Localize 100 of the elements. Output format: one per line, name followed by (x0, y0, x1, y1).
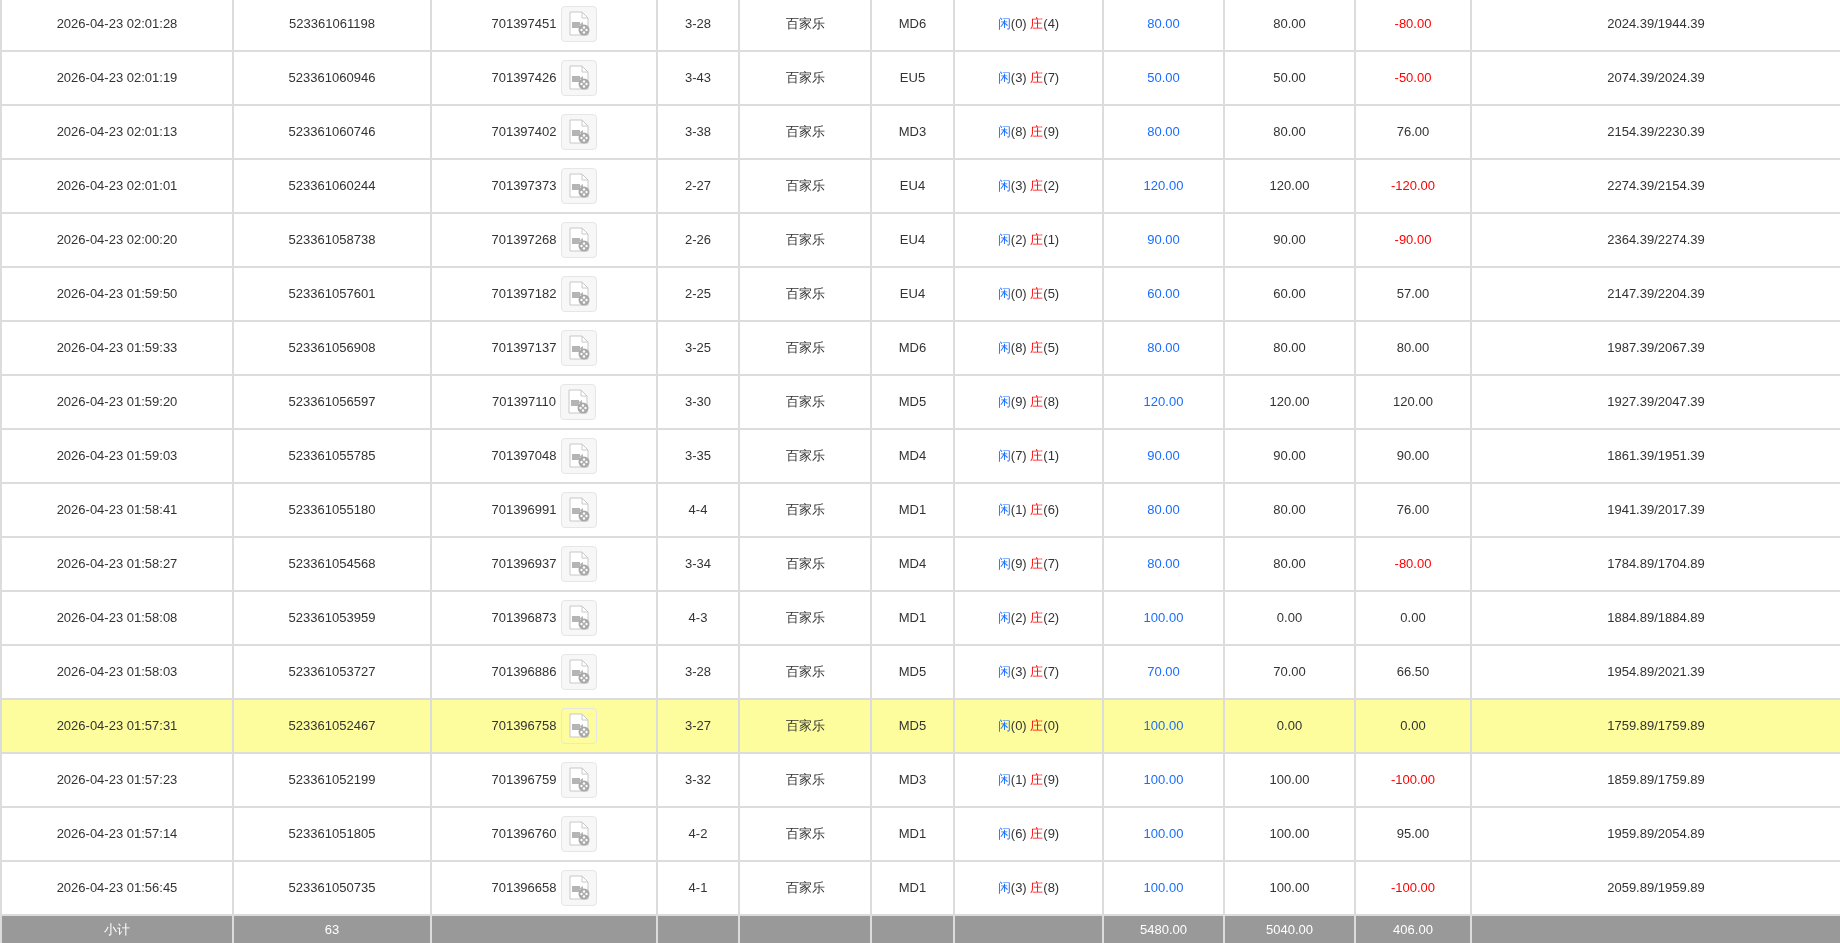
video-replay-button[interactable] (560, 384, 597, 420)
time-cell: 2026-04-23 01:59:03 (1, 429, 233, 483)
win-loss-cell: -120.00 (1355, 159, 1471, 213)
valid-bet-cell: 90.00 (1224, 429, 1355, 483)
bet-amount-cell: 100.00 (1103, 591, 1224, 645)
game-cell: 百家乐 (739, 591, 871, 645)
bet-amount-cell: 60.00 (1103, 267, 1224, 321)
video-replay-button[interactable] (560, 168, 597, 204)
shoe-cell: 3-34 (657, 537, 739, 591)
time-cell: 2026-04-23 01:57:23 (1, 753, 233, 807)
win-loss-cell: 76.00 (1355, 483, 1471, 537)
shoe-cell: 4-4 (657, 483, 739, 537)
shoe-cell: 3-28 (657, 0, 739, 51)
video-replay-button[interactable] (560, 654, 597, 690)
game-id: 701397268 (491, 231, 557, 250)
win-loss-cell: 57.00 (1355, 267, 1471, 321)
time-cell: 2026-04-23 01:58:41 (1, 483, 233, 537)
win-loss-cell: 76.00 (1355, 105, 1471, 159)
bet-id-cell: 523361056597 (233, 375, 431, 429)
game-id: 701396991 (491, 501, 557, 520)
shoe-cell: 4-2 (657, 807, 739, 861)
table-cell: EU4 (871, 267, 954, 321)
bet-id-cell: 523361052467 (233, 699, 431, 753)
game-cell: 百家乐 (739, 159, 871, 213)
video-replay-button[interactable] (560, 330, 597, 366)
valid-bet-cell: 120.00 (1224, 375, 1355, 429)
subtotal-count: 63 (233, 915, 431, 943)
table-cell: MD1 (871, 591, 954, 645)
game-cell: 百家乐 (739, 483, 871, 537)
bet-amount-cell: 80.00 (1103, 483, 1224, 537)
result-cell: 闲(1) 庄(6) (954, 483, 1103, 537)
game-cell: 百家乐 (739, 51, 871, 105)
table-cell: EU4 (871, 213, 954, 267)
bet-amount-cell: 100.00 (1103, 699, 1224, 753)
time-cell: 2026-04-23 02:01:28 (1, 0, 233, 51)
video-replay-button[interactable] (560, 438, 597, 474)
subtotal-valid-bet: 5040.00 (1224, 915, 1355, 943)
bet-id-cell: 523361054568 (233, 537, 431, 591)
result-cell: 闲(3) 庄(7) (954, 51, 1103, 105)
bet-amount-cell: 80.00 (1103, 0, 1224, 51)
time-cell: 2026-04-23 02:01:19 (1, 51, 233, 105)
bet-id-cell: 523361051805 (233, 807, 431, 861)
bet-amount-cell: 80.00 (1103, 105, 1224, 159)
bet-amount-cell: 90.00 (1103, 429, 1224, 483)
bet-id-cell: 523361061198 (233, 0, 431, 51)
game-cell: 百家乐 (739, 537, 871, 591)
video-replay-button[interactable] (560, 6, 597, 42)
table-cell: MD3 (871, 753, 954, 807)
shoe-cell: 3-30 (657, 375, 739, 429)
result-cell: 闲(0) 庄(0) (954, 699, 1103, 753)
win-loss-cell: -80.00 (1355, 537, 1471, 591)
win-loss-cell: 0.00 (1355, 591, 1471, 645)
game-cell: 百家乐 (739, 267, 871, 321)
result-cell: 闲(7) 庄(1) (954, 429, 1103, 483)
bet-amount-cell: 120.00 (1103, 375, 1224, 429)
bet-amount-cell: 120.00 (1103, 159, 1224, 213)
win-loss-cell: 90.00 (1355, 429, 1471, 483)
table-cell: MD3 (871, 105, 954, 159)
video-replay-button[interactable] (560, 708, 597, 744)
time-cell: 2026-04-23 01:59:20 (1, 375, 233, 429)
bet-amount-cell: 80.00 (1103, 537, 1224, 591)
video-replay-button[interactable] (560, 870, 597, 906)
video-replay-button[interactable] (560, 546, 597, 582)
game-cell: 百家乐 (739, 0, 871, 51)
video-replay-button[interactable] (560, 276, 597, 312)
win-loss-cell: -50.00 (1355, 51, 1471, 105)
valid-bet-cell: 100.00 (1224, 807, 1355, 861)
table-cell: EU5 (871, 51, 954, 105)
video-replay-button[interactable] (560, 222, 597, 258)
result-cell: 闲(0) 庄(4) (954, 0, 1103, 51)
video-replay-button[interactable] (560, 114, 597, 150)
table-cell: MD1 (871, 483, 954, 537)
video-replay-button[interactable] (560, 60, 597, 96)
bet-amount-cell: 80.00 (1103, 321, 1224, 375)
shoe-cell: 3-38 (657, 105, 739, 159)
result-cell: 闲(2) 庄(2) (954, 591, 1103, 645)
game-cell: 百家乐 (739, 321, 871, 375)
bet-amount-cell: 100.00 (1103, 753, 1224, 807)
game-cell: 百家乐 (739, 213, 871, 267)
video-replay-button[interactable] (560, 492, 597, 528)
bet-id-cell: 523361060244 (233, 159, 431, 213)
video-replay-button[interactable] (560, 762, 597, 798)
result-cell: 闲(9) 庄(8) (954, 375, 1103, 429)
time-cell: 2026-04-23 01:58:08 (1, 591, 233, 645)
time-cell: 2026-04-23 01:59:33 (1, 321, 233, 375)
game-cell: 百家乐 (739, 429, 871, 483)
win-loss-cell: -90.00 (1355, 213, 1471, 267)
game-id: 701396760 (491, 825, 557, 844)
table-cell: MD4 (871, 537, 954, 591)
result-cell: 闲(0) 庄(5) (954, 267, 1103, 321)
shoe-cell: 2-25 (657, 267, 739, 321)
video-replay-button[interactable] (560, 600, 597, 636)
result-cell: 闲(3) 庄(2) (954, 159, 1103, 213)
bet-id-cell: 523361060746 (233, 105, 431, 159)
game-id: 701397182 (491, 285, 557, 304)
video-replay-button[interactable] (560, 816, 597, 852)
subtotal-win-loss: 406.00 (1355, 915, 1471, 943)
game-id: 701396873 (491, 609, 557, 628)
game-cell: 百家乐 (739, 105, 871, 159)
shoe-cell: 3-27 (657, 699, 739, 753)
